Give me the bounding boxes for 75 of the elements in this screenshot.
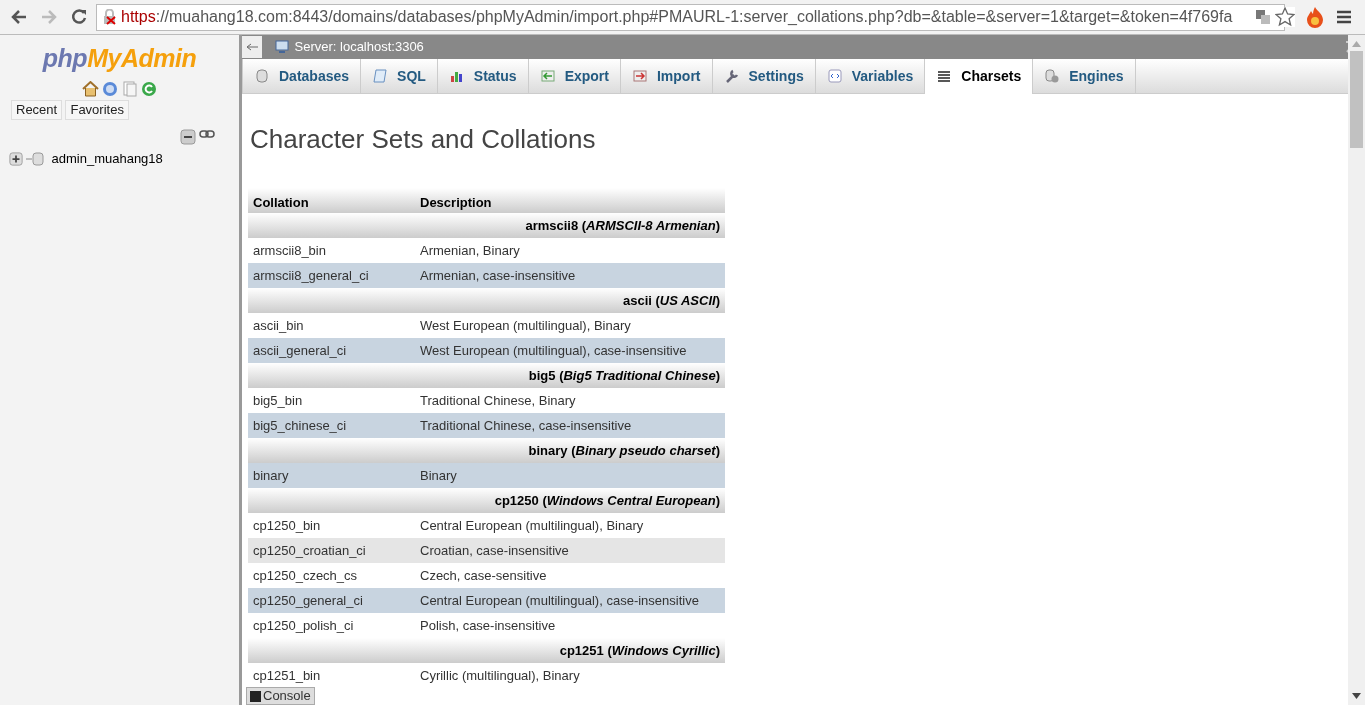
table-cell: Armenian, case-insensitive bbox=[415, 263, 725, 289]
url-scheme: https bbox=[121, 7, 156, 27]
broken-lock-icon bbox=[103, 9, 117, 25]
charset-group-header: armscii8 (ARMSCII-8 Armenian) bbox=[248, 213, 725, 239]
tab[interactable]: Import bbox=[620, 59, 713, 93]
table-cell: big5_chinese_ci bbox=[248, 413, 415, 439]
column-header: Collation bbox=[248, 188, 415, 214]
table-cell: Central European (multilingual), Binary bbox=[415, 513, 725, 539]
console-icon bbox=[250, 690, 261, 702]
charset-group-header: cp1251 (Windows Cyrillic) bbox=[248, 638, 725, 664]
column-header: Description bbox=[415, 188, 725, 214]
table-cell: Croatian, case-insensitive bbox=[415, 538, 725, 564]
star-icon[interactable] bbox=[1275, 7, 1295, 27]
flame-extension-icon[interactable] bbox=[1305, 6, 1325, 28]
tab[interactable]: Databases bbox=[242, 59, 362, 93]
table-cell: armscii8_bin bbox=[248, 238, 415, 264]
engine-gear-icon bbox=[1044, 68, 1061, 84]
server-icon bbox=[275, 40, 292, 54]
tab[interactable]: SQL bbox=[361, 59, 438, 93]
url-text: ://muahang18.com:8443/domains/databases/phpMyAdmin/import.php#PMAURL-1:server_collations.php?db=&table=&server=1&target=&token=4f769fa bbox=[155, 7, 1233, 27]
refresh-icon[interactable] bbox=[140, 80, 157, 97]
scroll-down-icon[interactable] bbox=[1352, 693, 1361, 699]
tab[interactable]: Status bbox=[437, 59, 529, 93]
table-cell: cp1250_czech_cs bbox=[248, 563, 415, 589]
forward-arrow-icon bbox=[40, 8, 58, 26]
table-cell: Central European (multilingual), case-insensitive bbox=[415, 588, 725, 614]
code-icon bbox=[826, 68, 843, 84]
server-title: Server: localhost:3306 bbox=[294, 38, 424, 57]
collapse-all-icon[interactable] bbox=[179, 129, 196, 145]
table-cell: cp1250_general_ci bbox=[248, 588, 415, 614]
translate-icon[interactable] bbox=[1255, 9, 1271, 25]
reload-icon bbox=[70, 8, 88, 26]
address-bar[interactable]: https://muahang18.com:8443/domains/databases/phpMyAdmin/import.php#PMAURL-1:server_collations.php?db=&table=&server=1&target=&token=4f769fa bbox=[96, 3, 1285, 31]
table-cell: West European (multilingual), Binary bbox=[415, 313, 725, 339]
table-cell: Traditional Chinese, Binary bbox=[415, 388, 725, 414]
charset-group-header: binary (Binary pseudo charset) bbox=[248, 438, 725, 464]
phpmyadmin-logo[interactable]: phpMyAdmin bbox=[0, 40, 239, 78]
tab[interactable]: Charsets bbox=[925, 59, 1034, 94]
export-icon bbox=[539, 68, 556, 84]
table-cell: Binary bbox=[415, 463, 725, 489]
sql-document-icon bbox=[372, 68, 389, 84]
table-cell: ascii_general_ci bbox=[248, 338, 415, 364]
charset-group-header: cp1250 (Windows Central European) bbox=[248, 488, 725, 514]
console-button[interactable]: Console bbox=[246, 687, 315, 705]
table-cell: binary bbox=[248, 463, 415, 489]
database-icon bbox=[254, 68, 270, 84]
scrollbar-thumb[interactable] bbox=[1350, 51, 1363, 148]
table-cell: ascii_bin bbox=[248, 313, 415, 339]
sidebar-tab-button[interactable]: Favorites bbox=[65, 100, 129, 120]
tab[interactable]: Engines bbox=[1033, 59, 1136, 93]
table-cell: cp1250_croatian_ci bbox=[248, 538, 415, 564]
back-arrow-icon bbox=[10, 8, 28, 26]
table-cell: Czech, case-sensitive bbox=[415, 563, 725, 589]
database-icon bbox=[26, 151, 45, 166]
help-icon[interactable] bbox=[102, 80, 119, 97]
page-heading: Character Sets and Collations bbox=[250, 124, 597, 156]
charset-group-header: big5 (Big5 Traditional Chinese) bbox=[248, 363, 725, 389]
table-cell: Traditional Chinese, case-insensitive bbox=[415, 413, 725, 439]
table-cell: West European (multilingual), case-insensitive bbox=[415, 338, 725, 364]
lines-icon bbox=[936, 68, 953, 85]
import-icon bbox=[631, 68, 648, 84]
charset-group-header: ascii (US ASCII) bbox=[248, 288, 725, 314]
home-icon[interactable] bbox=[82, 80, 100, 97]
tab[interactable]: Export bbox=[528, 59, 621, 93]
table-cell: big5_bin bbox=[248, 388, 415, 414]
table-cell: cp1250_bin bbox=[248, 513, 415, 539]
left-arrow-icon bbox=[246, 43, 258, 51]
table-cell: armscii8_general_ci bbox=[248, 263, 415, 289]
expand-icon[interactable] bbox=[9, 151, 23, 166]
tab[interactable]: Settings bbox=[712, 59, 816, 93]
database-link[interactable]: admin_muahang18 bbox=[51, 149, 163, 169]
table-cell: Armenian, Binary bbox=[415, 238, 725, 264]
menu-icon[interactable] bbox=[1335, 9, 1353, 25]
link-icon[interactable] bbox=[199, 129, 215, 139]
sidebar-tab-button[interactable]: Recent bbox=[11, 100, 63, 120]
